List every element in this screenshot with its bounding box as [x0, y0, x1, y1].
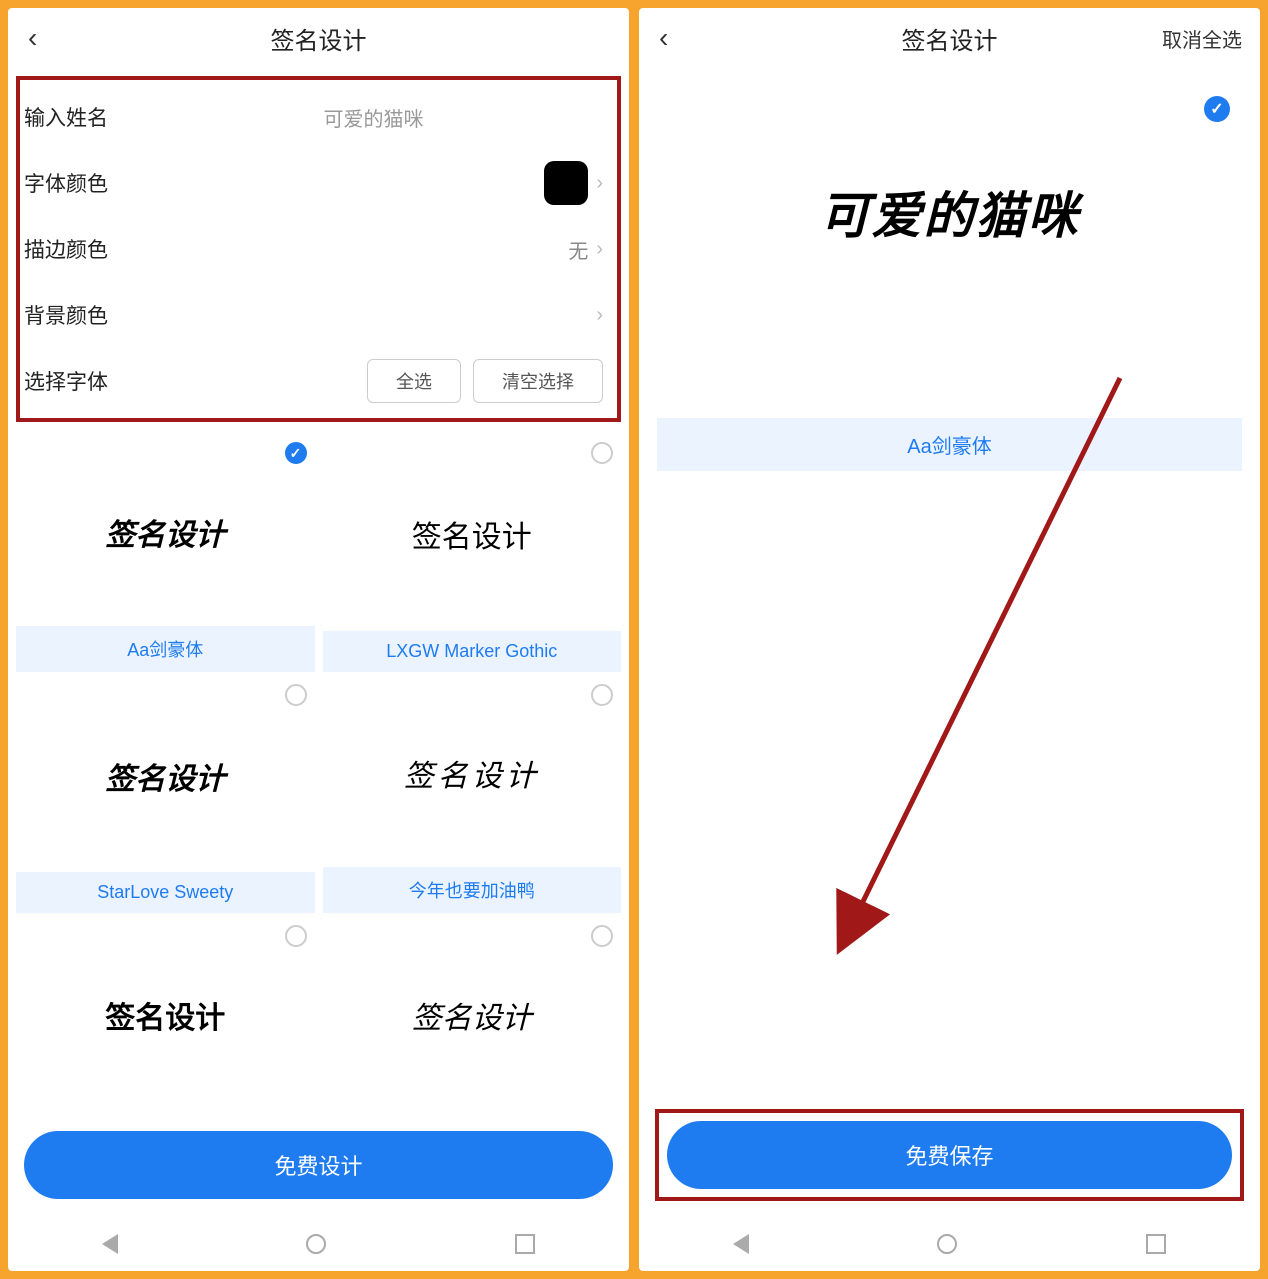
nav-back-icon[interactable]	[733, 1234, 749, 1254]
bg-color-row[interactable]: 背景颜色 ›	[20, 282, 611, 348]
left-screen: ‹ 签名设计 输入姓名 可爱的猫咪 字体颜色 › 描边颜色 无 › 背景颜色 ›	[8, 8, 629, 1271]
preview-text: 可爱的猫咪	[677, 146, 1222, 278]
check-icon[interactable]	[591, 442, 613, 464]
right-screen: ‹ 签名设计 取消全选 可爱的猫咪 Aa剑豪体 免费保存	[639, 8, 1260, 1271]
font-name: StarLove Sweety	[16, 872, 315, 913]
name-label: 输入姓名	[24, 102, 144, 132]
name-row: 输入姓名 可爱的猫咪	[20, 84, 611, 150]
header: ‹ 签名设计	[8, 8, 629, 68]
preview-font-name: Aa剑豪体	[657, 418, 1242, 471]
font-preview: 签名设计	[16, 921, 315, 1109]
font-name: Aa剑豪体	[16, 626, 315, 672]
font-name: LXGW Marker Gothic	[323, 631, 622, 672]
font-card[interactable]: 签名设计 StarLove Sweety	[16, 680, 315, 914]
font-preview: 签名设计	[16, 680, 315, 873]
stroke-color-value: 无	[568, 235, 588, 264]
nav-home-icon[interactable]	[306, 1234, 326, 1254]
check-icon[interactable]	[285, 442, 307, 464]
font-card[interactable]: 签名设计	[16, 921, 315, 1109]
page-title: 签名设计	[271, 21, 367, 56]
back-icon[interactable]: ‹	[28, 22, 37, 54]
font-name: 今年也要加油鸭	[323, 867, 622, 913]
back-icon[interactable]: ‹	[659, 22, 668, 54]
chevron-right-icon: ›	[596, 238, 603, 261]
system-navbar	[8, 1217, 629, 1271]
font-color-row[interactable]: 字体颜色 ›	[20, 150, 611, 216]
font-color-label: 字体颜色	[24, 168, 144, 198]
header: ‹ 签名设计 取消全选	[639, 8, 1260, 68]
font-card[interactable]: 签名设计 LXGW Marker Gothic	[323, 438, 622, 672]
deselect-all-button[interactable]: 取消全选	[1162, 24, 1242, 53]
nav-back-icon[interactable]	[102, 1234, 118, 1254]
nav-home-icon[interactable]	[937, 1234, 957, 1254]
nav-recent-icon[interactable]	[1146, 1234, 1166, 1254]
font-card[interactable]: 签名设计	[323, 921, 622, 1109]
nav-recent-icon[interactable]	[515, 1234, 535, 1254]
font-preview: 签名设计	[16, 438, 315, 626]
font-grid: 签名设计 Aa剑豪体 签名设计 LXGW Marker Gothic 签名设计 …	[8, 430, 629, 1117]
save-button-highlight: 免费保存	[655, 1109, 1244, 1201]
select-all-button[interactable]: 全选	[367, 359, 461, 403]
free-save-button[interactable]: 免费保存	[667, 1121, 1232, 1189]
page-title: 签名设计	[902, 21, 998, 56]
choose-font-row: 选择字体 全选 清空选择	[20, 348, 611, 414]
font-preview: 签名设计	[323, 921, 622, 1109]
font-color-swatch	[544, 161, 588, 205]
font-preview: 签名设计	[323, 680, 622, 868]
clear-selection-button[interactable]: 清空选择	[473, 359, 603, 403]
check-icon[interactable]	[591, 684, 613, 706]
font-card[interactable]: 签名设计 今年也要加油鸭	[323, 680, 622, 914]
check-icon[interactable]	[285, 925, 307, 947]
chevron-right-icon: ›	[596, 304, 603, 327]
chevron-right-icon: ›	[596, 172, 603, 195]
system-navbar	[639, 1217, 1260, 1271]
free-design-button[interactable]: 免费设计	[24, 1131, 613, 1199]
name-input[interactable]: 可爱的猫咪	[144, 103, 603, 132]
choose-font-label: 选择字体	[24, 366, 144, 396]
stroke-color-label: 描边颜色	[24, 234, 144, 264]
bg-color-swatch	[544, 293, 588, 337]
font-preview: 签名设计	[323, 438, 622, 631]
check-icon[interactable]	[1204, 96, 1230, 122]
signature-preview: 可爱的猫咪 Aa剑豪体	[657, 86, 1242, 594]
settings-panel: 输入姓名 可爱的猫咪 字体颜色 › 描边颜色 无 › 背景颜色 › 选择字体	[16, 76, 621, 422]
bg-color-label: 背景颜色	[24, 300, 144, 330]
stroke-color-row[interactable]: 描边颜色 无 ›	[20, 216, 611, 282]
font-card[interactable]: 签名设计 Aa剑豪体	[16, 438, 315, 672]
check-icon[interactable]	[285, 684, 307, 706]
